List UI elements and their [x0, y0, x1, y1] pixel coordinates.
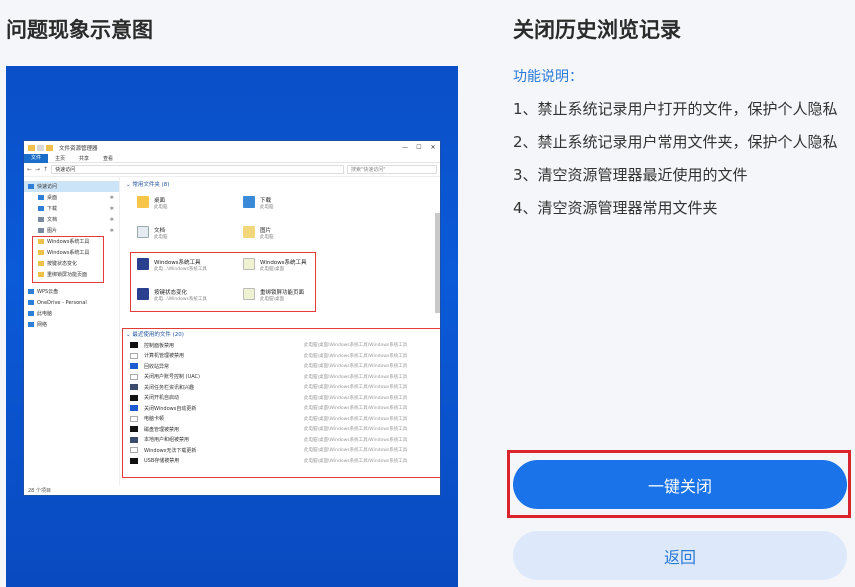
one-click-close-button[interactable]: 一键关闭	[513, 460, 847, 509]
explorer-window: 文件资源管理器 — ☐ ✕ 文件 主页 共享 查看 ← → ↑ 快速访问 搜索"…	[23, 140, 441, 496]
forward-icon: →	[35, 166, 41, 173]
ribbon-tab-home: 主页	[55, 155, 66, 162]
maximize-icon: ☐	[416, 144, 422, 151]
cloud-icon	[28, 300, 34, 305]
properties-icon	[37, 144, 44, 151]
pin-icon: ✱	[109, 216, 114, 223]
sidebar-item-onedrive: OneDrive - Personal	[24, 297, 119, 308]
minimize-icon: —	[402, 144, 408, 151]
highlight-box	[130, 252, 316, 312]
frequent-folder: 下载 此电脑	[238, 194, 333, 220]
frequent-folders-header: ⌄ 常用文件夹 (8)	[126, 182, 170, 188]
explorer-sidebar: 快速访问 桌面 ✱ 下载 ✱ 文档 ✱ 图片 ✱ Windows系统工具 Windows…	[24, 177, 120, 485]
description-item: 1、禁止系统记录用户打开的文件，保护个人隐私	[513, 100, 838, 118]
desktop-icon	[38, 195, 44, 200]
network-icon	[28, 322, 34, 327]
sidebar-item-wps: WPS云盘	[24, 286, 119, 297]
pin-icon: ✱	[109, 227, 114, 234]
description-label: 功能说明：	[513, 69, 583, 85]
document-icon	[38, 217, 44, 222]
preview-image: 文件资源管理器 — ☐ ✕ 文件 主页 共享 查看 ← → ↑ 快速访问 搜索"…	[6, 66, 458, 587]
pin-icon: ✱	[109, 205, 114, 212]
sidebar-item-this-pc: 此电脑	[24, 308, 119, 319]
address-path: 快速访问	[51, 165, 344, 174]
up-icon: ↑	[43, 166, 49, 173]
computer-icon	[28, 311, 34, 316]
folder-icon	[28, 144, 35, 151]
preview-title: 问题现象示意图	[6, 18, 153, 42]
picture-icon	[243, 226, 255, 238]
description-item: 3、清空资源管理器最近使用的文件	[513, 166, 748, 184]
description-item: 2、禁止系统记录用户常用文件夹，保护个人隐私	[513, 133, 838, 151]
download-icon	[38, 206, 44, 211]
explorer-titlebar: 文件资源管理器 — ☐ ✕	[24, 141, 440, 154]
status-text: 28 个项目	[28, 488, 51, 494]
feature-title: 关闭历史浏览记录	[513, 18, 681, 42]
explorer-content: ⌄ 常用文件夹 (8) 桌面 此电脑 下载 此电脑 文档 此电脑 图片 此电脑 Wind…	[120, 177, 440, 485]
highlight-box	[122, 328, 440, 478]
close-icon: ✕	[430, 144, 436, 151]
frequent-folder: 文档 此电脑	[132, 224, 227, 250]
explorer-search: 搜索"快速访问"	[347, 165, 437, 174]
highlight-box	[32, 236, 104, 283]
sidebar-item-network: 网络	[24, 319, 119, 330]
frequent-folder: 桌面 此电脑	[132, 194, 227, 220]
ribbon-tab-view: 查看	[103, 155, 114, 162]
new-folder-icon	[46, 144, 53, 151]
pin-icon: ✱	[109, 194, 114, 201]
ribbon-tab-file: 文件	[24, 153, 49, 163]
sidebar-item-quick-access: 快速访问	[24, 181, 119, 192]
back-icon: ←	[27, 166, 33, 173]
explorer-title: 文件资源管理器	[59, 145, 98, 152]
scrollbar	[435, 213, 440, 313]
sidebar-item-downloads: 下载 ✱	[24, 203, 119, 214]
folder-icon	[137, 196, 149, 208]
picture-icon	[38, 228, 44, 233]
download-icon	[243, 196, 255, 208]
sidebar-item-desktop: 桌面 ✱	[24, 192, 119, 203]
back-button[interactable]: 返回	[513, 531, 847, 580]
sidebar-item-pictures: 图片 ✱	[24, 225, 119, 236]
sidebar-item-documents: 文档 ✱	[24, 214, 119, 225]
explorer-ribbon: 文件 主页 共享 查看	[24, 153, 440, 163]
ribbon-tab-share: 共享	[79, 155, 90, 162]
recent-files-list: ⌄ 最近使用的文件 (20) 控制面板禁用 此电脑\桌面\Windows系统工具\…	[122, 328, 440, 478]
document-icon	[137, 226, 149, 238]
cloud-icon	[28, 289, 34, 294]
description-item: 4、清空资源管理器常用文件夹	[513, 199, 718, 217]
star-icon	[28, 184, 34, 189]
frequent-folder: 图片 此电脑	[238, 224, 333, 250]
address-bar: ← → ↑ 快速访问 搜索"快速访问"	[24, 163, 440, 177]
